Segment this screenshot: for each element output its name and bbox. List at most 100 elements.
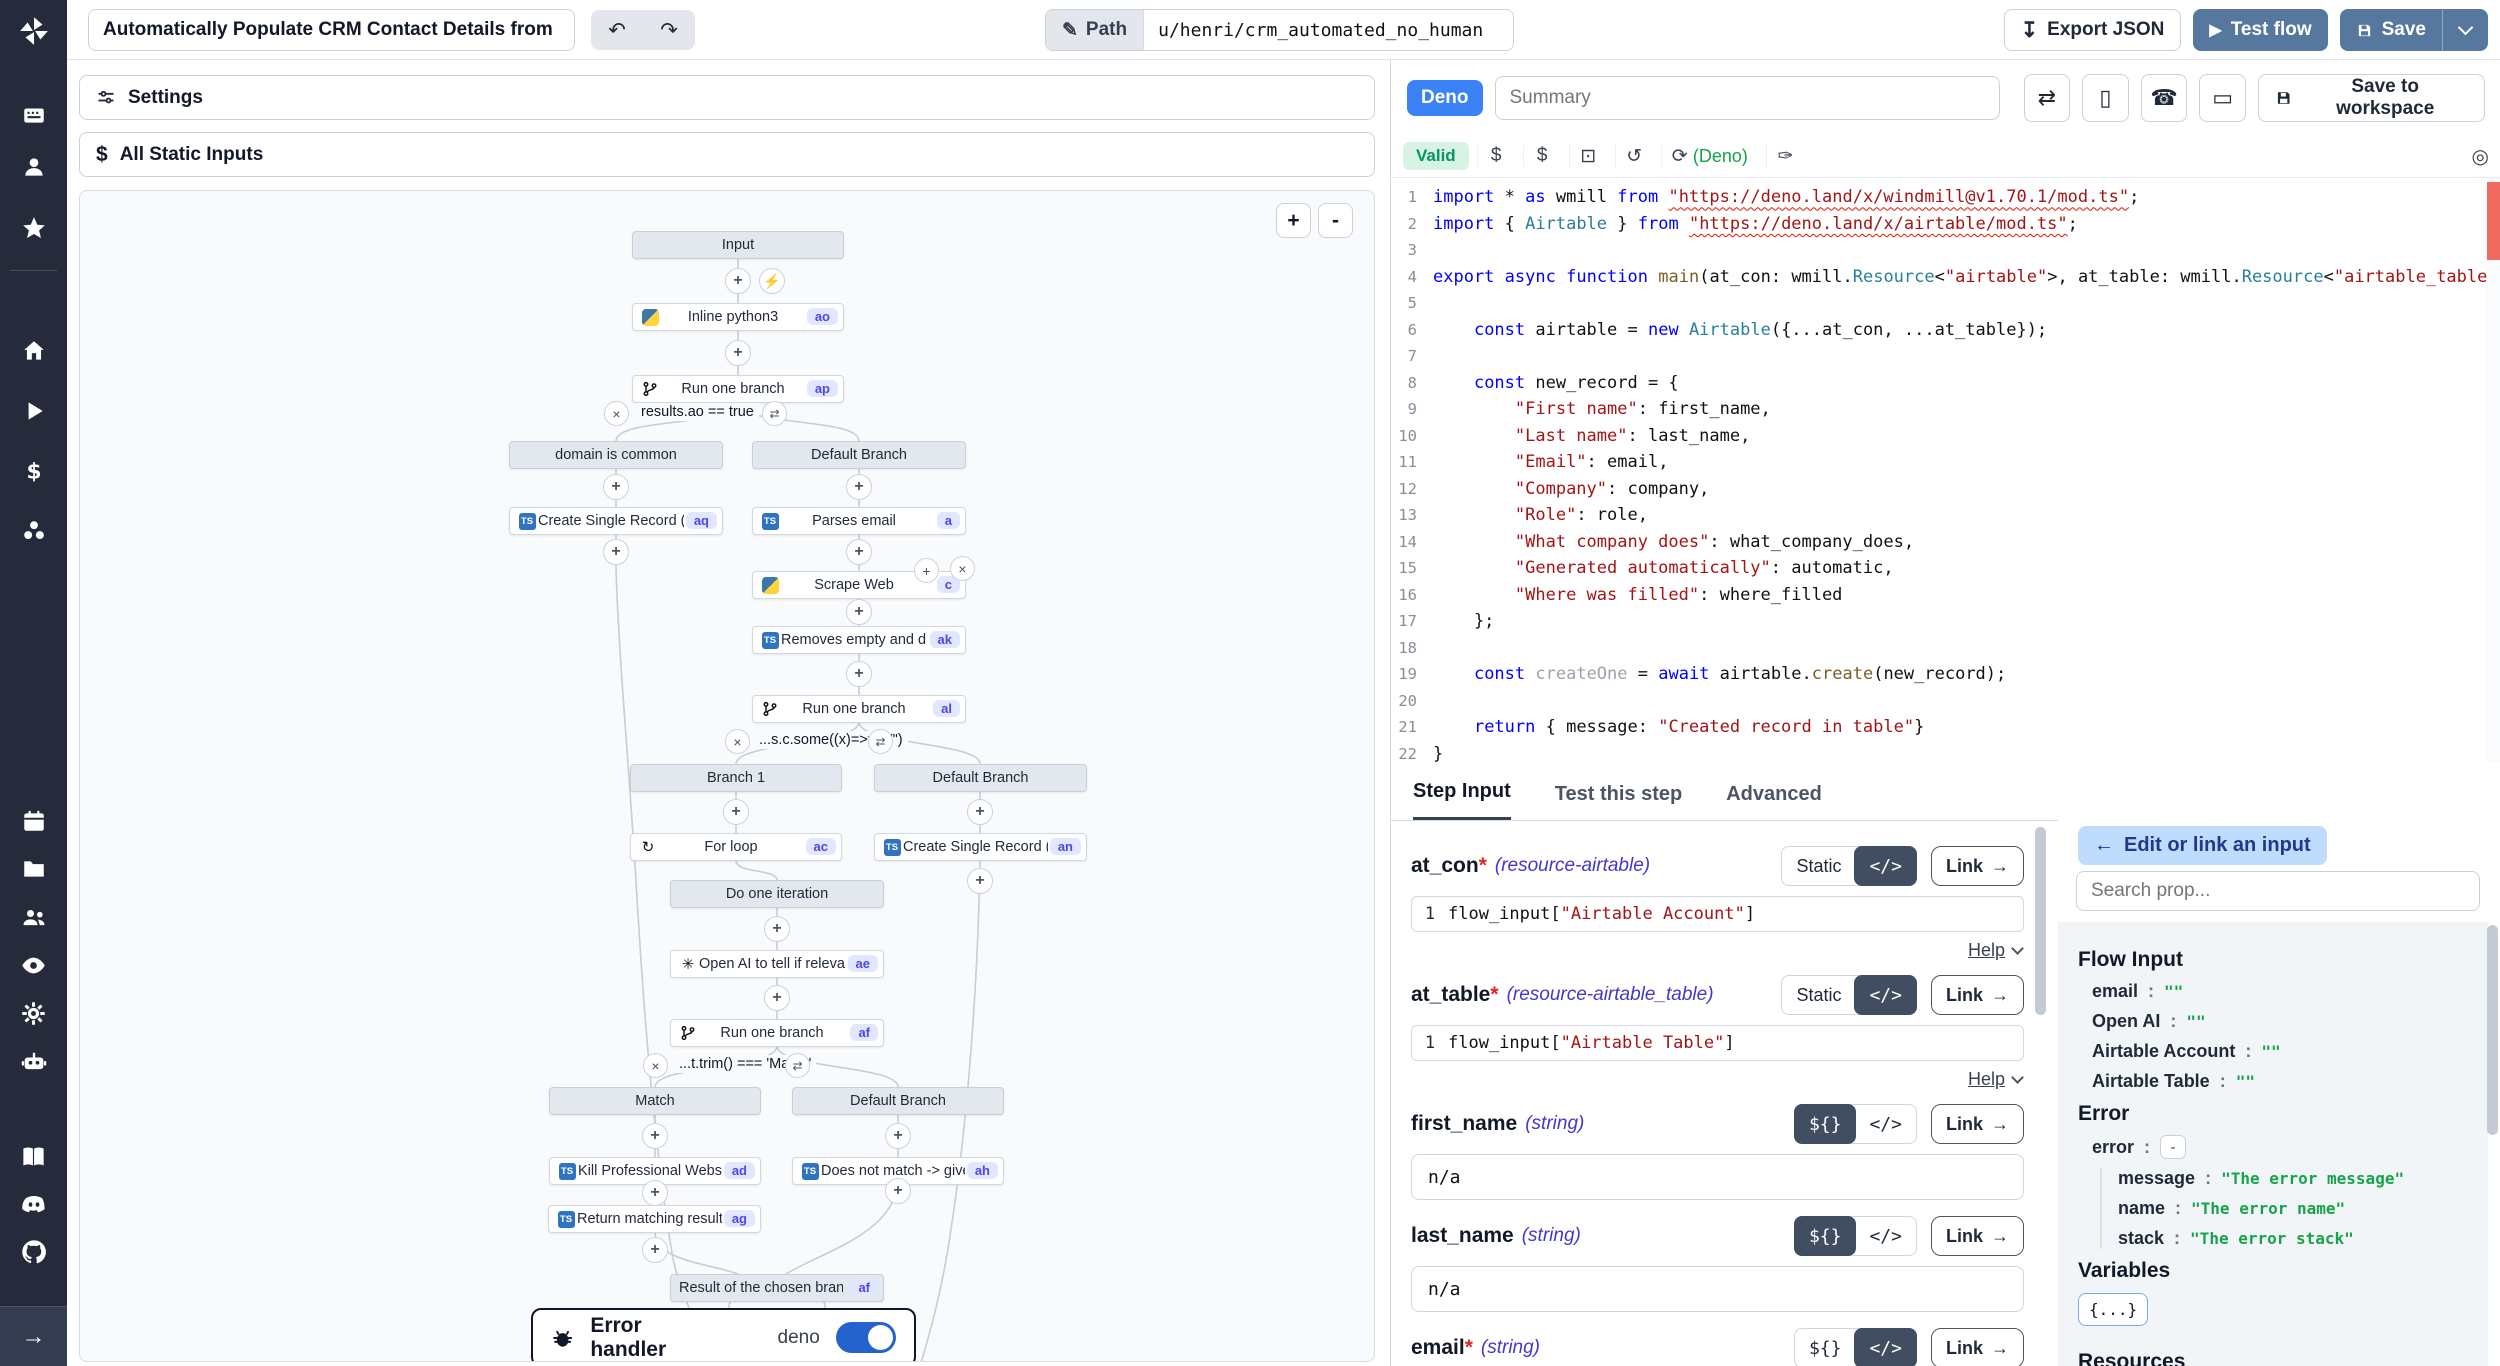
save-to-workspace-button[interactable]: Save to workspace — [2258, 74, 2485, 122]
add-step-icon[interactable]: + — [723, 799, 749, 825]
link-button[interactable]: Link → — [1931, 1216, 2024, 1256]
close-icon[interactable]: × — [950, 556, 975, 581]
prop-item-airtable-account[interactable]: Airtable Account:"" — [2092, 1041, 2488, 1062]
collapse-button[interactable]: - — [2160, 1135, 2186, 1159]
flow-node-domain[interactable]: domain is common — [509, 441, 723, 469]
add-step-icon[interactable]: + — [642, 1123, 668, 1149]
code-mode-button[interactable]: </> — [1855, 1105, 1916, 1143]
field-value-input[interactable]: n/a — [1411, 1266, 2024, 1312]
save-button[interactable]: Save — [2340, 9, 2442, 51]
dollar-icon[interactable]: $ — [1477, 145, 1515, 167]
resources-spinner-icon[interactable] — [0, 511, 67, 551]
graph-zoom-in-button[interactable]: + — [1276, 203, 1311, 238]
code-mode-button[interactable]: </> — [1854, 975, 1917, 1015]
code-line[interactable]: 21 return { message: "Created record in … — [1391, 714, 2500, 741]
flow-node-aq[interactable]: TSCreate Single Record (Airtable)aq — [509, 507, 723, 535]
user-icon[interactable] — [0, 147, 67, 187]
expr-mode-button[interactable]: ${} — [1795, 1329, 1856, 1366]
save-dropdown-button[interactable] — [2442, 9, 2488, 51]
flow-node-input[interactable]: Input — [632, 231, 844, 259]
home-icon[interactable] — [0, 331, 67, 371]
prop-item-name[interactable]: name:"The error name" — [2118, 1198, 2488, 1219]
flow-node-ao[interactable]: Inline python3ao — [632, 303, 844, 331]
code-line[interactable]: 19 const createOne = await airtable.crea… — [1391, 661, 2500, 688]
tab-step-input[interactable]: Step Input — [1413, 780, 1511, 820]
phone-incoming-icon[interactable]: ☎ — [2141, 74, 2188, 122]
code-line[interactable]: 7 — [1391, 343, 2500, 370]
flow-node-an[interactable]: TSCreate Single Record (Airtable)an — [874, 833, 1087, 861]
flow-node-ag[interactable]: TSReturn matching resultag — [548, 1205, 761, 1233]
code-line[interactable]: 14 "What company does": what_company_doe… — [1391, 529, 2500, 556]
static-inputs-panel-button[interactable]: $ All Static Inputs — [79, 132, 1375, 177]
panel-layout-icon[interactable]: ▭ — [2199, 74, 2246, 122]
prop-item-error[interactable]: error:- — [2092, 1135, 2488, 1159]
add-step-icon[interactable]: + — [764, 916, 790, 942]
help-toggle[interactable]: Help — [1411, 1069, 2022, 1090]
field-code-editor[interactable]: 1flow_input["Airtable Account"] — [1411, 896, 2024, 932]
package-icon[interactable]: ⊡ — [1569, 145, 1607, 168]
add-step-icon[interactable]: + — [846, 474, 872, 500]
expr-mode-button[interactable]: ${} — [1794, 1104, 1857, 1144]
add-step-icon[interactable]: + — [967, 799, 993, 825]
static-mode-button[interactable]: Static — [1782, 976, 1855, 1014]
discord-icon[interactable] — [0, 1184, 67, 1224]
docs-book-icon[interactable] — [0, 1136, 67, 1176]
code-mode-button[interactable]: </> — [1855, 1217, 1916, 1255]
flow-node-defb2[interactable]: Default Branch — [874, 764, 1087, 792]
graph-zoom-out-button[interactable]: - — [1318, 203, 1353, 238]
summary-input[interactable] — [1495, 76, 2000, 120]
static-mode-button[interactable]: Static — [1782, 847, 1855, 885]
prop-scrollbar[interactable] — [2487, 925, 2498, 1363]
remove-branch-icon[interactable]: × — [643, 1053, 668, 1078]
flow-node-b1[interactable]: Branch 1 — [630, 764, 842, 792]
flow-node-a[interactable]: TSParses emaila — [752, 507, 966, 535]
add-step-icon[interactable]: + — [603, 474, 629, 500]
prop-item-stack[interactable]: stack:"The error stack" — [2118, 1228, 2488, 1249]
flow-node-ap[interactable]: Run one branchap — [632, 375, 844, 403]
flow-graph-canvas[interactable]: + - Input Inline python3ao Run one brancha… — [79, 190, 1375, 1362]
flow-node-defb1[interactable]: Default Branch — [752, 441, 966, 469]
prop-search-input[interactable] — [2076, 871, 2480, 911]
variables-pill-button[interactable]: {...} — [2078, 1293, 2148, 1326]
focus-target-icon[interactable]: ◎ — [2472, 144, 2489, 169]
move-icon[interactable]: + — [914, 558, 939, 583]
add-step-icon[interactable]: + — [885, 1178, 911, 1204]
editor-scrollbar[interactable] — [2487, 178, 2500, 762]
code-line[interactable]: 11 "Email": email, — [1391, 449, 2500, 476]
path-value[interactable]: u/henri/crm_automated_no_human — [1143, 10, 1513, 50]
code-line[interactable]: 17 }; — [1391, 608, 2500, 635]
flow-node-doone[interactable]: Do one iteration — [670, 880, 884, 908]
help-toggle[interactable]: Help — [1411, 940, 2022, 961]
prop-item-airtable-table[interactable]: Airtable Table:"" — [2092, 1071, 2488, 1092]
code-line[interactable]: 2import { Airtable } from "https://deno.… — [1391, 211, 2500, 238]
code-line[interactable]: 8 const new_record = { — [1391, 370, 2500, 397]
undo-button[interactable]: ↶ — [591, 10, 643, 50]
code-line[interactable]: 18 — [1391, 635, 2500, 662]
flow-node-result[interactable]: Result of the chosen branchaf — [670, 1274, 884, 1302]
groups-users-icon[interactable] — [0, 897, 67, 937]
add-step-icon[interactable]: + — [885, 1123, 911, 1149]
flow-node-defb3[interactable]: Default Branch — [792, 1087, 1004, 1115]
expr-mode-button[interactable]: ${} — [1794, 1216, 1857, 1256]
code-line[interactable]: 6 const airtable = new Airtable({...at_c… — [1391, 317, 2500, 344]
link-button[interactable]: Link → — [1931, 1104, 2024, 1144]
add-step-icon[interactable]: + — [846, 599, 872, 625]
flow-node-afb[interactable]: Run one branchaf — [670, 1019, 884, 1047]
reload-deno-button[interactable]: ⟳ (Deno) — [1661, 145, 1758, 168]
windmill-logo-icon[interactable] — [0, 8, 67, 54]
code-line[interactable]: 12 "Company": company, — [1391, 476, 2500, 503]
code-line[interactable]: 13 "Role": role, — [1391, 502, 2500, 529]
link-button[interactable]: Link → — [1931, 1328, 2024, 1366]
add-step-icon[interactable]: + — [725, 340, 751, 366]
prop-item-email[interactable]: email:"" — [2092, 981, 2488, 1002]
code-line[interactable]: 3 — [1391, 237, 2500, 264]
dollar-icon-2[interactable]: $ — [1523, 145, 1561, 167]
runs-play-icon[interactable] — [0, 391, 67, 431]
add-step-icon[interactable]: + — [846, 539, 872, 565]
redo-button[interactable]: ↷ — [643, 10, 695, 50]
code-line[interactable]: 5 — [1391, 290, 2500, 317]
flow-node-al[interactable]: Run one branchal — [752, 695, 966, 723]
test-flow-button[interactable]: ▶ Test flow — [2193, 9, 2327, 51]
link-button[interactable]: Link → — [1931, 975, 2024, 1015]
code-mode-button[interactable]: </> — [1854, 846, 1917, 886]
